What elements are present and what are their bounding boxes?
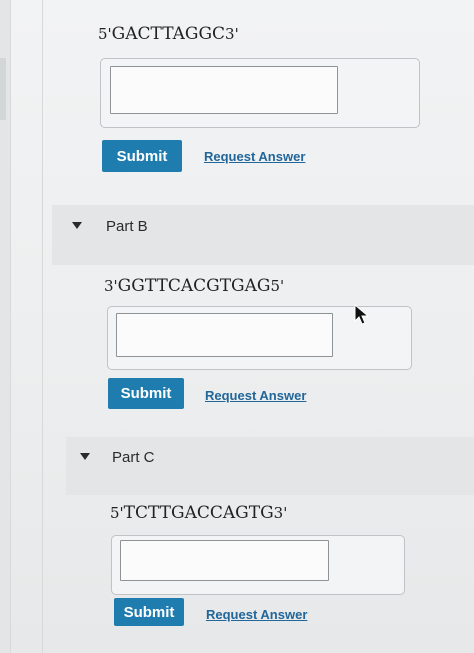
part-b-sequence: 3'GGTTCACGTGAG5'	[104, 276, 284, 296]
part-b-answer-input[interactable]	[116, 313, 333, 357]
rail-accent	[0, 58, 6, 120]
sequence-bases: GACTTAGGC	[111, 24, 226, 44]
sequence-end-label: 5'	[270, 277, 285, 295]
sequence-end-label: 3'	[225, 25, 239, 43]
page: 5'GACTTAGGC3' Submit Request Answer Part…	[0, 0, 474, 653]
part-a-request-answer-link[interactable]: Request Answer	[204, 149, 305, 164]
sequence-bases: TCTTGACCAGTG	[123, 503, 274, 523]
part-b-title: Part B	[106, 218, 148, 235]
part-c-request-answer-link[interactable]: Request Answer	[206, 607, 307, 622]
part-c-header[interactable]	[66, 437, 474, 495]
mouse-pointer-icon	[354, 304, 370, 325]
part-a-sequence: 5'GACTTAGGC3'	[98, 24, 239, 44]
sequence-start-label: 5'	[110, 504, 124, 522]
part-c-answer-input[interactable]	[120, 540, 329, 581]
sequence-bases: GGTTCACGTGAG	[117, 276, 271, 296]
sequence-start-label: 3'	[104, 277, 118, 295]
caret-down-icon[interactable]	[72, 222, 82, 229]
left-rail	[0, 0, 11, 653]
part-a-submit-button[interactable]: Submit	[102, 140, 182, 172]
caret-down-icon[interactable]	[80, 453, 90, 460]
part-b-submit-button[interactable]: Submit	[108, 378, 184, 409]
content-divider	[42, 0, 43, 653]
sequence-start-label: 5'	[98, 25, 112, 43]
part-c-sequence: 5'TCTTGACCAGTG3'	[110, 503, 287, 523]
part-c-title: Part C	[112, 449, 155, 466]
part-b-request-answer-link[interactable]: Request Answer	[205, 388, 306, 403]
part-a-answer-input[interactable]	[110, 66, 338, 114]
sequence-end-label: 3'	[273, 504, 288, 522]
part-c-submit-button[interactable]: Submit	[114, 598, 184, 626]
part-b-header[interactable]	[52, 205, 474, 265]
